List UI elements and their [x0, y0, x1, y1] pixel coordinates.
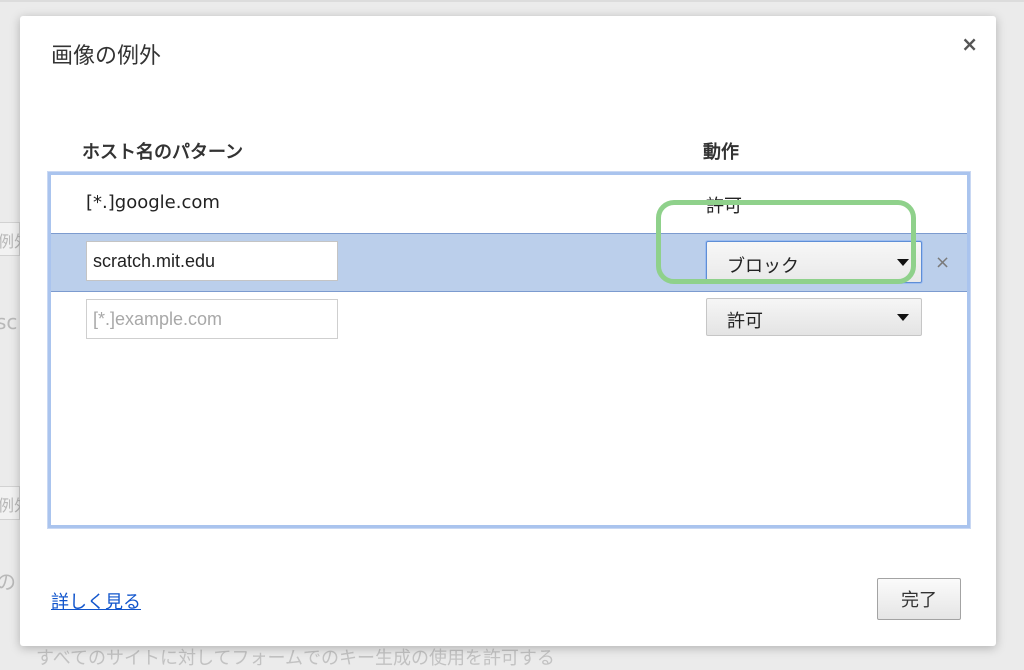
dialog-title: 画像の例外 [51, 44, 162, 69]
new-exception-row[interactable]: 許可 [51, 291, 967, 349]
learn-more-link[interactable]: 詳しく見る [51, 588, 141, 614]
column-header-action: 動作 [703, 142, 739, 163]
delete-row-icon[interactable]: × [935, 252, 950, 273]
exception-action: 許可 [706, 196, 742, 217]
background-text-fragment: sc [0, 310, 18, 334]
exception-row-selected[interactable]: ブロック × [51, 233, 967, 292]
new-hostname-pattern-input[interactable] [86, 299, 338, 339]
close-icon[interactable]: × [961, 32, 978, 56]
image-exceptions-dialog: 画像の例外 × ホスト名のパターン 動作 [*.]google.com 許可 ブ… [20, 16, 996, 646]
dropdown-caret-icon [897, 259, 909, 266]
background-text-fragment: の [0, 570, 16, 594]
column-header-hostname-pattern: ホスト名のパターン [82, 142, 244, 163]
hostname-pattern-input[interactable] [86, 241, 338, 281]
done-button[interactable]: 完了 [877, 578, 961, 620]
action-select-value: ブロック [727, 256, 799, 277]
background-top-bar [0, 0, 1024, 2]
new-action-select[interactable]: 許可 [706, 298, 922, 336]
exceptions-list: [*.]google.com 許可 ブロック × 許可 [48, 172, 970, 528]
exception-host: [*.]google.com [86, 192, 220, 213]
exception-row[interactable]: [*.]google.com 許可 [51, 175, 967, 233]
action-select[interactable]: ブロック [706, 241, 922, 283]
dropdown-caret-icon [897, 314, 909, 321]
new-action-select-value: 許可 [727, 311, 763, 332]
background-text-fragment: すべてのサイトに対してフォームでのキー生成の使用を許可する [36, 648, 555, 669]
